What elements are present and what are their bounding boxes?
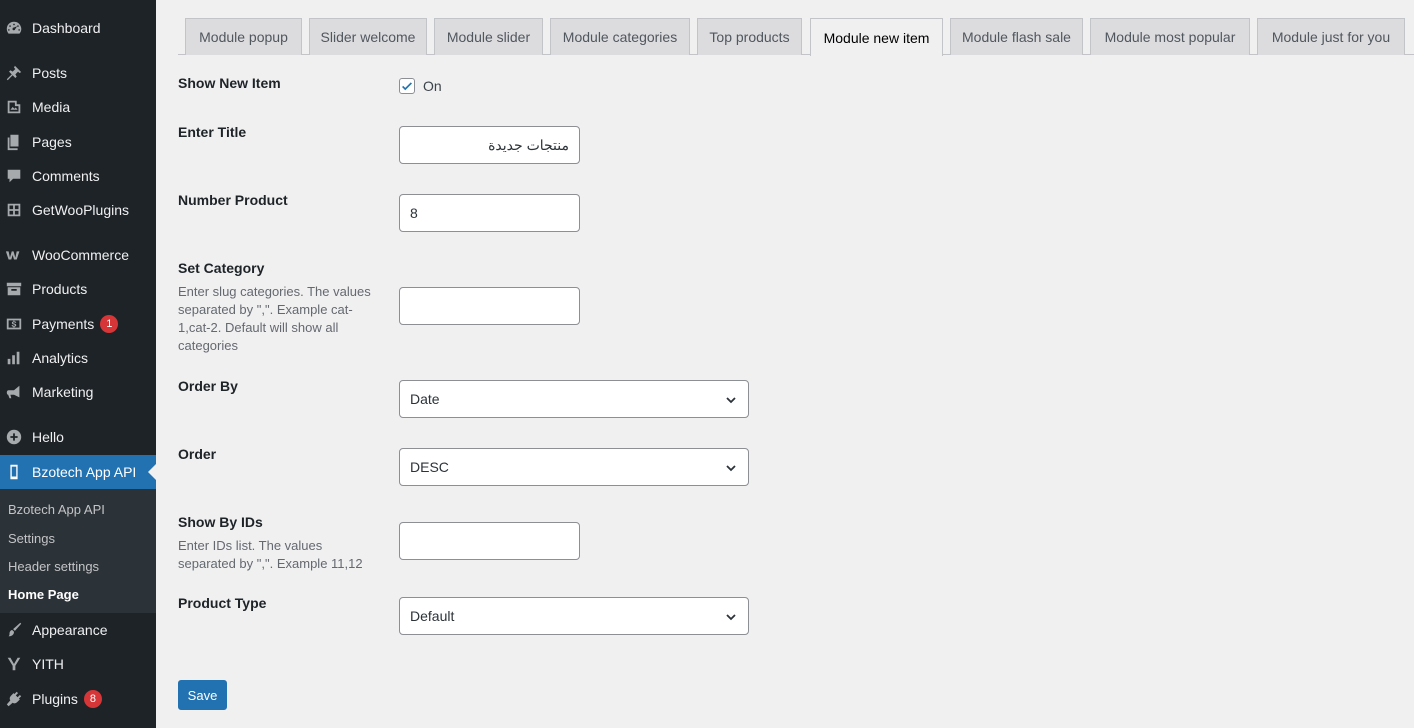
sidebar-item-woocommerce[interactable]: WooCommerce: [0, 238, 156, 272]
product-type-select[interactable]: Default: [399, 597, 749, 635]
tab-module-just-for-you[interactable]: Module just for you: [1257, 18, 1405, 55]
module-tabs: Module popup Slider welcome Module slide…: [156, 0, 1414, 56]
product-type-value: Default: [410, 608, 455, 624]
comment-icon: [4, 166, 24, 186]
admin-sidebar: Dashboard Posts Media Pages Comments Get…: [0, 0, 156, 728]
order-label: Order: [178, 446, 217, 462]
pages-icon: [4, 132, 24, 152]
sidebar-item-posts[interactable]: Posts: [0, 56, 156, 90]
woo-icon: [4, 245, 24, 265]
plug-icon: [4, 689, 24, 709]
number-product-input[interactable]: [399, 194, 580, 232]
plugin-grid-icon: [4, 200, 24, 220]
order-by-value: Date: [410, 391, 440, 407]
money-icon: [4, 314, 24, 334]
tab-module-categories[interactable]: Module categories: [550, 18, 690, 55]
submenu-item-home-page[interactable]: Home Page: [8, 587, 79, 602]
tab-top-products[interactable]: Top products: [697, 18, 802, 55]
sidebar-item-marketing[interactable]: Marketing: [0, 375, 156, 409]
tab-slider-welcome[interactable]: Slider welcome: [309, 18, 427, 55]
number-product-label: Number Product: [178, 192, 288, 208]
dashboard-icon: [4, 18, 24, 38]
plugins-count-badge: 8: [83, 690, 102, 708]
set-category-label: Set Category: [178, 260, 265, 276]
bzotech-submenu: Bzotech App API Settings Header settings…: [0, 489, 156, 613]
submenu-item-settings[interactable]: Settings: [8, 531, 55, 546]
order-value: DESC: [410, 459, 449, 475]
show-new-item-checkbox[interactable]: [399, 78, 415, 94]
tab-module-new-item[interactable]: Module new item: [810, 18, 943, 56]
submenu-item-bzotech-app-api[interactable]: Bzotech App API: [8, 502, 105, 517]
tab-module-most-popular[interactable]: Module most popular: [1090, 18, 1250, 55]
bar-chart-icon: [4, 348, 24, 368]
megaphone-icon: [4, 382, 24, 402]
show-new-item-toggle[interactable]: On: [399, 78, 442, 94]
order-by-select[interactable]: Date: [399, 380, 749, 418]
media-icon: [4, 97, 24, 117]
sidebar-item-analytics[interactable]: Analytics: [0, 341, 156, 375]
sidebar-item-comments[interactable]: Comments: [0, 159, 156, 193]
show-by-ids-label: Show By IDs: [178, 514, 263, 530]
show-new-item-on-label: On: [423, 78, 442, 94]
tab-module-popup[interactable]: Module popup: [185, 18, 302, 55]
checkmark-icon: [402, 82, 412, 91]
brush-icon: [4, 620, 24, 640]
yith-icon: [4, 654, 24, 674]
chevron-down-icon: [726, 465, 736, 472]
sidebar-item-yith[interactable]: YITH: [0, 647, 156, 681]
show-by-ids-description: Enter IDs list. The values separated by …: [178, 538, 363, 571]
tab-module-slider[interactable]: Module slider: [434, 18, 543, 55]
payments-count-badge: 1: [100, 315, 119, 333]
sidebar-item-bzotech-app-api[interactable]: Bzotech App API: [0, 455, 156, 489]
sidebar-item-plugins[interactable]: Plugins 8: [0, 682, 156, 716]
product-type-label: Product Type: [178, 595, 267, 611]
sidebar-item-pages[interactable]: Pages: [0, 125, 156, 159]
archive-icon: [4, 279, 24, 299]
set-category-input[interactable]: [399, 287, 580, 325]
sidebar-item-appearance[interactable]: Appearance: [0, 613, 156, 647]
sidebar-item-dashboard[interactable]: Dashboard: [0, 11, 156, 45]
order-by-label: Order By: [178, 378, 238, 394]
chevron-down-icon: [726, 614, 736, 621]
show-new-item-label: Show New Item: [178, 75, 281, 91]
phone-icon: [4, 462, 24, 482]
sidebar-item-getwooplugins[interactable]: GetWooPlugins: [0, 193, 156, 227]
chevron-down-icon: [726, 397, 736, 404]
sidebar-item-hello[interactable]: Hello: [0, 420, 156, 454]
tab-module-flash-sale[interactable]: Module flash sale: [950, 18, 1083, 55]
sidebar-item-payments[interactable]: Payments 1: [0, 307, 156, 341]
set-category-description: Enter slug categories. The values separa…: [178, 284, 371, 353]
sidebar-item-media[interactable]: Media: [0, 90, 156, 124]
save-button[interactable]: Save: [178, 680, 227, 710]
order-select[interactable]: DESC: [399, 448, 749, 486]
submenu-item-header-settings[interactable]: Header settings: [8, 559, 99, 574]
show-by-ids-input[interactable]: [399, 522, 580, 560]
plus-circle-icon: [4, 427, 24, 447]
sidebar-item-products[interactable]: Products: [0, 272, 156, 306]
title-input[interactable]: [399, 126, 580, 164]
pin-icon: [4, 63, 24, 83]
enter-title-label: Enter Title: [178, 124, 247, 140]
